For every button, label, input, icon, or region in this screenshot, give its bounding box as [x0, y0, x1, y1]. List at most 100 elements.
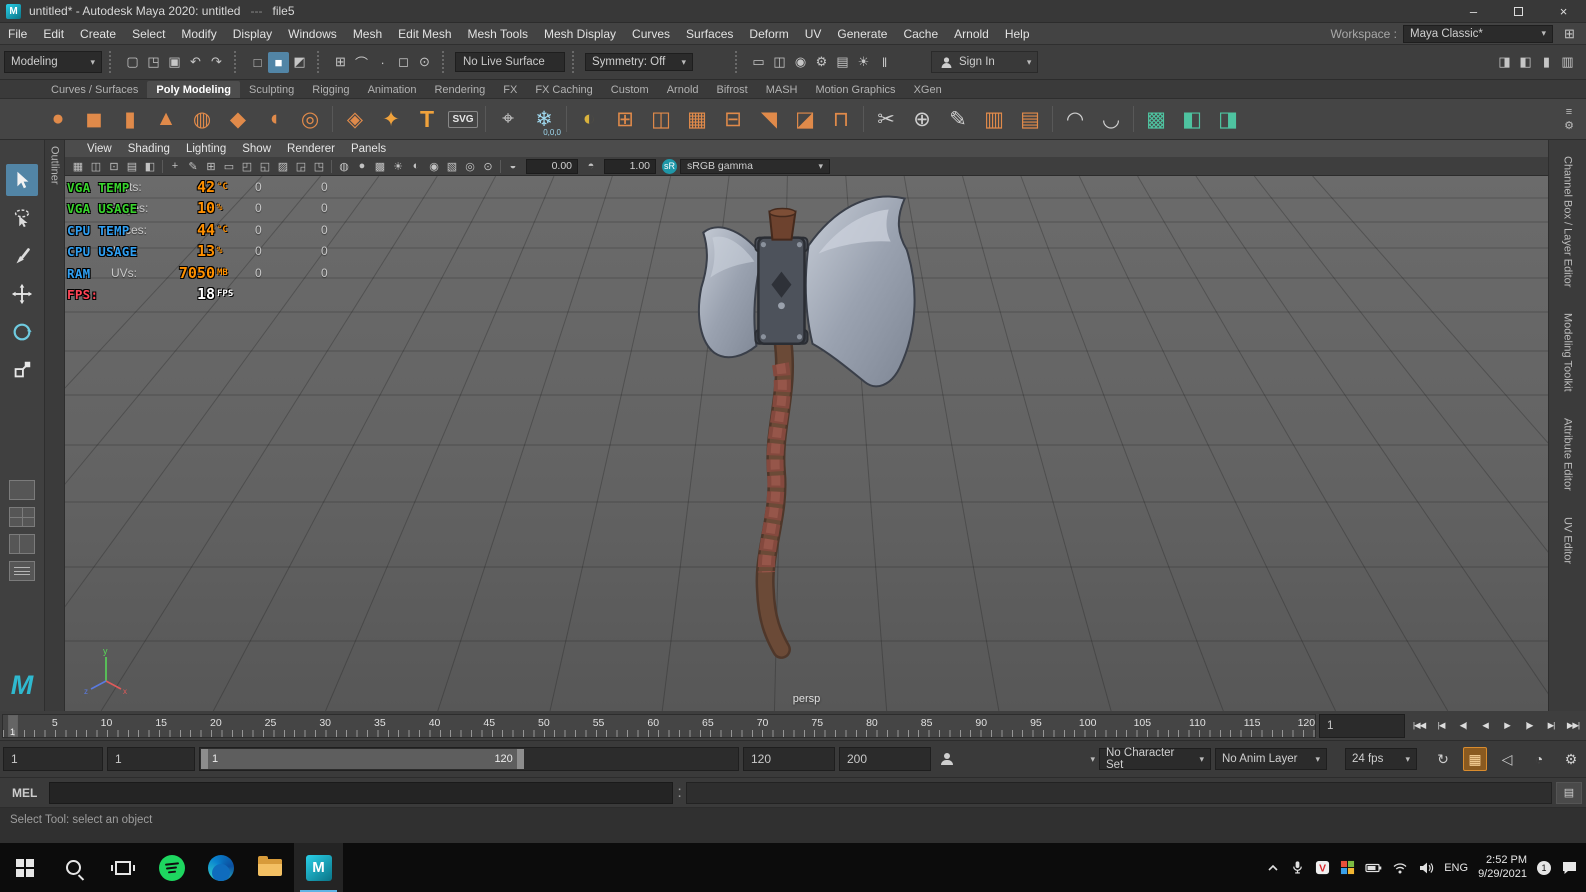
viewport-lights-icon[interactable]: ☀: [389, 158, 407, 175]
open-render-view-icon[interactable]: ▭: [748, 52, 769, 73]
viewport-grid-icon[interactable]: ⊞: [202, 158, 220, 175]
action-center-button[interactable]: [1561, 860, 1578, 875]
file-explorer-button[interactable]: [245, 843, 294, 892]
poly-pyramid-icon[interactable]: ◆: [220, 100, 256, 138]
separate-icon[interactable]: ◫: [643, 100, 679, 138]
viewport-2d-pan-zoom-icon[interactable]: +: [166, 158, 184, 175]
menu-item[interactable]: Display: [225, 23, 280, 44]
open-scene-icon[interactable]: ◳: [143, 52, 164, 73]
play-forwards-button[interactable]: ▶: [1496, 715, 1518, 737]
viewport-exposure-icon[interactable]: ◒: [504, 158, 522, 175]
offset-edge-loop-icon[interactable]: ▤: [1012, 100, 1048, 138]
sidebar-tab[interactable]: UV Editor: [1562, 517, 1574, 564]
viewport-gate-mask-icon[interactable]: ◱: [256, 158, 274, 175]
poly-pipe-icon[interactable]: ◎: [292, 100, 328, 138]
shelf-tab[interactable]: Sculpting: [240, 81, 303, 98]
bevel-icon[interactable]: ◪: [787, 100, 823, 138]
sign-in-button[interactable]: Sign In ▾: [931, 51, 1039, 73]
menu-item[interactable]: File: [0, 23, 35, 44]
volume-tray-icon[interactable]: [1418, 861, 1434, 875]
rotate-tool[interactable]: [6, 316, 38, 348]
toggle-attribute-editor-icon[interactable]: ◨: [1494, 52, 1515, 73]
animation-start-field[interactable]: 1: [3, 747, 103, 771]
viewport-image-plane-icon[interactable]: ◧: [141, 158, 159, 175]
viewport-ao-icon[interactable]: ◉: [425, 158, 443, 175]
mute-playback-icon[interactable]: ◁: [1495, 747, 1519, 771]
step-forward-key-button[interactable]: |▶: [1518, 715, 1540, 737]
color-management-badge[interactable]: sR: [662, 158, 677, 174]
shelf-tab[interactable]: Arnold: [658, 81, 708, 98]
move-tool[interactable]: [6, 278, 38, 310]
toolbar-grip[interactable]: [572, 51, 578, 73]
range-end-handle[interactable]: [516, 749, 524, 769]
fps-select[interactable]: 24 fps ▾: [1345, 748, 1417, 770]
sidebar-tab[interactable]: Attribute Editor: [1562, 418, 1574, 491]
panel-menu-item[interactable]: Show: [234, 143, 279, 155]
menu-item[interactable]: Windows: [280, 23, 345, 44]
menu-item[interactable]: Edit: [35, 23, 72, 44]
freeze-to-origin-icon[interactable]: ❄ 0,0,0: [526, 100, 562, 138]
language-indicator[interactable]: ENG: [1444, 862, 1468, 874]
pause-viewport-icon[interactable]: ‖: [874, 52, 895, 73]
make-live-icon[interactable]: ⊙: [414, 52, 435, 73]
scale-tool[interactable]: [6, 354, 38, 386]
viewport-safe-action-icon[interactable]: ◲: [292, 158, 310, 175]
panel-menu-item[interactable]: Shading: [120, 143, 178, 155]
uv-automatic-projection-icon[interactable]: ◧: [1174, 100, 1210, 138]
viewport-bookmarks-icon[interactable]: ▤: [123, 158, 141, 175]
close-button[interactable]: ×: [1541, 0, 1586, 22]
taskbar-clock[interactable]: 2:52 PM 9/29/2021: [1478, 854, 1527, 882]
script-editor-button[interactable]: ▤: [1556, 781, 1582, 804]
poly-torus-icon[interactable]: ◍: [184, 100, 220, 138]
edge-app-button[interactable]: [196, 843, 245, 892]
save-scene-icon[interactable]: ▣: [164, 52, 185, 73]
shelf-item[interactable]: [1048, 100, 1057, 138]
playback-speed-icon[interactable]: ◔: [1527, 747, 1551, 771]
viewport-xray-icon[interactable]: ◎: [461, 158, 479, 175]
battery-tray-icon[interactable]: [1365, 861, 1382, 875]
viewport-grease-pencil-icon[interactable]: ✎: [184, 158, 202, 175]
current-frame-marker[interactable]: 1: [8, 714, 18, 737]
gamma-field[interactable]: 1.00: [604, 158, 656, 174]
shelf-item[interactable]: [1129, 100, 1138, 138]
range-slider-track[interactable]: 1 120: [199, 747, 739, 771]
menu-item[interactable]: Generate: [829, 23, 895, 44]
snap-to-curve-icon[interactable]: ⌒: [351, 52, 372, 73]
minimize-button[interactable]: –: [1451, 0, 1496, 22]
outliner-persp-layout-button[interactable]: [9, 561, 35, 581]
spotify-app-button[interactable]: [147, 843, 196, 892]
snap-to-point-icon[interactable]: ∙: [372, 52, 393, 73]
shelf-tab[interactable]: Custom: [602, 81, 658, 98]
shelf-item[interactable]: [562, 100, 571, 138]
playback-start-field[interactable]: 1: [107, 747, 195, 771]
construction-plane-icon[interactable]: ⌖: [490, 100, 526, 138]
time-ruler[interactable]: 5 10 15 20 25 30 35 40 45 50 55 60 65 70 75 80 85 90 95 100…: [2, 713, 1316, 738]
shelf-item[interactable]: [328, 100, 337, 138]
panel-menu-item[interactable]: Renderer: [279, 143, 343, 155]
type-tool-icon[interactable]: T: [409, 100, 445, 138]
step-forward-frame-button[interactable]: ▶|: [1540, 715, 1562, 737]
toolbar-grip[interactable]: [317, 51, 323, 73]
menu-item[interactable]: UV: [797, 23, 830, 44]
go-to-end-button[interactable]: ▶▶|: [1562, 715, 1584, 737]
network-tray-icon[interactable]: [1392, 861, 1408, 875]
undo-icon[interactable]: ↶: [185, 52, 206, 73]
exposure-field[interactable]: 0.00: [526, 158, 578, 174]
viewport[interactable]: Verts: Edges: Faces: Tris: UVs: 00000 00000 …: [65, 176, 1548, 711]
menu-item[interactable]: Select: [124, 23, 173, 44]
menu-item[interactable]: Arnold: [946, 23, 997, 44]
combine-icon[interactable]: ◐: [571, 100, 607, 138]
poly-cube-icon[interactable]: ◼: [76, 100, 112, 138]
sidebar-tab[interactable]: Channel Box / Layer Editor: [1562, 156, 1574, 287]
app-grid-tray-icon[interactable]: [1340, 860, 1355, 875]
toggle-channel-box-icon[interactable]: ▮: [1536, 52, 1557, 73]
smooth-mesh-icon[interactable]: ▦: [679, 100, 715, 138]
live-surface-field[interactable]: No Live Surface: [455, 52, 565, 72]
antivirus-tray-icon[interactable]: V: [1315, 860, 1330, 875]
platonic-solid-icon[interactable]: ◈: [337, 100, 373, 138]
mirror-icon[interactable]: ⊟: [715, 100, 751, 138]
current-time-field[interactable]: 1: [1319, 713, 1405, 738]
poly-disc-icon[interactable]: ◖: [256, 100, 292, 138]
new-scene-icon[interactable]: ▢: [122, 52, 143, 73]
panel-menu-item[interactable]: View: [79, 143, 120, 155]
